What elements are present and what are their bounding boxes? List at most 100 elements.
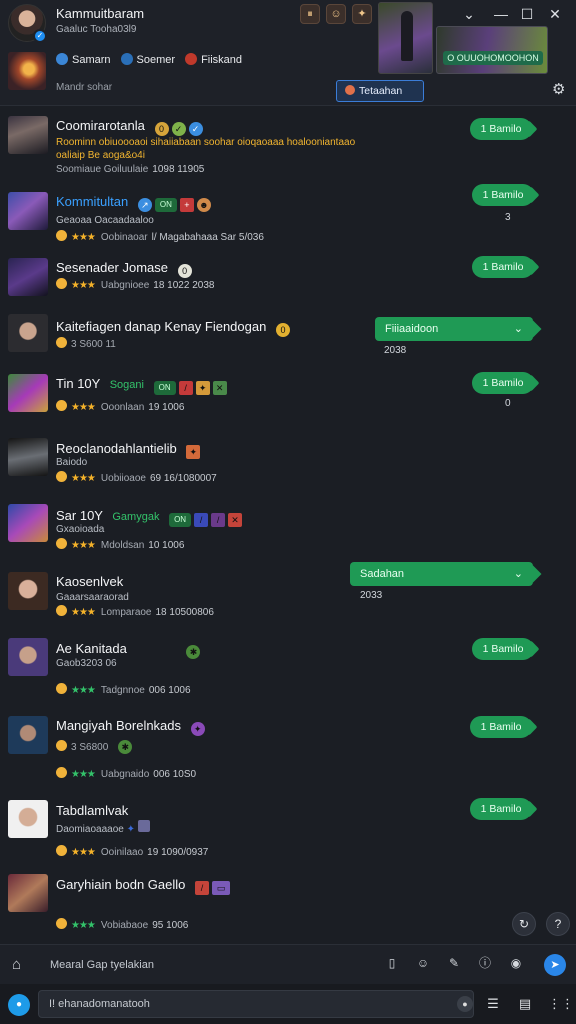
help-icon[interactable]: ? [546, 912, 570, 936]
refresh-icon[interactable]: ↻ [512, 912, 536, 936]
network-item-3[interactable]: Fiiskand [185, 53, 242, 66]
home-icon[interactable]: ⌂ [12, 956, 21, 973]
account-name: Kammuitbaram [56, 6, 145, 21]
app-header: ✓ Kammuitbaram Gaaluc Tooha03l9 ⏸ ☺ ✦ O … [0, 0, 576, 106]
avatar[interactable] [8, 874, 48, 912]
attach-icon[interactable]: ▯ [384, 955, 400, 971]
avatar[interactable] [8, 192, 48, 230]
send-icon[interactable]: ➤ [544, 954, 566, 976]
fire-icon[interactable]: ✦ [352, 4, 372, 24]
activity-line: ★★★ Uabgnioee 18 1022 2038 [56, 278, 214, 291]
contact-name: Reoclanodahlantielib [56, 441, 177, 456]
list-item[interactable]: Sar 10Y Gamygak ON / / ✕ Gxaoioada ★★★ Mdold… [0, 504, 576, 564]
promo-banner[interactable]: O OUUOHOMOOHON [436, 26, 548, 74]
globe-icon [56, 53, 68, 65]
list-item[interactable]: Tin 10Y Sogani ON / ✦ ✕ ★★★ Ooonlaan 19 1006 … [0, 370, 576, 432]
chart-icon[interactable]: ▤ [516, 995, 534, 1013]
weapon-icon: / [211, 513, 226, 527]
level-badge-icon: 0 [154, 122, 169, 136]
smile-icon[interactable]: ☺ [326, 4, 346, 24]
search-input[interactable]: I! ehanadomanatooh [38, 990, 474, 1018]
hero-icon: ✦ [186, 445, 201, 459]
avatar[interactable] [8, 116, 48, 154]
promo-character-image[interactable] [378, 2, 433, 74]
settings-gear-icon[interactable]: ⚙ [552, 80, 565, 98]
info-icon[interactable]: ⓘ [477, 955, 493, 971]
online-status-icon: ✓ [33, 29, 47, 43]
coin-icon [56, 605, 67, 616]
action-dropdown-button[interactable]: Sadahan ⌄ [350, 562, 542, 586]
status-message: Baiodo [56, 457, 88, 468]
activity-line: ★★★ Uobiioaoe 69 16/1080007 [56, 471, 217, 484]
avatar[interactable] [8, 716, 48, 754]
avatar[interactable] [8, 374, 48, 412]
count-label: 3 [505, 212, 511, 223]
coin-icon [56, 400, 67, 411]
action-button[interactable]: 1 Bamilo [472, 256, 540, 278]
status-message: Gaob3203 06 [56, 658, 117, 669]
avatar[interactable] [8, 504, 48, 542]
avatar[interactable] [8, 572, 48, 610]
action-button[interactable]: 1 Bamilo [470, 798, 538, 820]
list-item[interactable]: Reoclanodahlantielib ✦ Baiodo ★★★ Uobiioa… [0, 438, 576, 498]
sword-icon: / [178, 381, 193, 395]
minimize-icon[interactable]: — [490, 4, 512, 24]
message-composer: ⌂ Mearal Gap tyelakian ▯ ☺ ✎ ⓘ ◉ ➤ [0, 944, 576, 984]
grid-icon[interactable]: ⋮⋮ [548, 995, 574, 1013]
list-item[interactable]: Mangiyah Borelnkads ✦ 3 S6800 ✱ ★★★ Uabgna… [0, 714, 576, 788]
menu-icon[interactable]: ☰ [484, 995, 502, 1013]
rating-stars: ★★★ [71, 847, 96, 858]
level-badge-icon: 0 [177, 264, 192, 278]
coin-line: 3 S600 11 [56, 337, 116, 350]
action-button[interactable]: 1 Bamilo [472, 184, 540, 206]
brush-icon[interactable]: ✎ [446, 955, 462, 971]
list-item[interactable]: Ae Kanitada ✱ Gaob3203 06 ★★★ Tadgnnoe 006… [0, 638, 576, 704]
list-item[interactable]: Tabdlamlvak Daomiaoaaaoe ✦ ★★★ Ooinilaao 1… [0, 798, 576, 868]
action-button[interactable]: 1 Bamilo [472, 372, 540, 394]
network-item-2[interactable]: Soemer [120, 53, 175, 66]
action-dropdown-button[interactable]: Fiiiaaidoon ⌄ [375, 317, 542, 341]
list-item[interactable]: Kaosenlvek Gaaarsaaraorad ★★★ Lomparaoe 18… [0, 562, 576, 634]
avatar[interactable] [8, 314, 48, 352]
avatar[interactable] [8, 258, 48, 296]
camera-icon[interactable]: ◉ [508, 955, 524, 971]
activity-line: ★★★ Mdoldsan 10 1006 [56, 538, 184, 551]
pause-icon[interactable]: ⏸ [300, 4, 320, 24]
account-avatar[interactable]: ✓ [8, 4, 47, 43]
list-item[interactable]: Kaitefiagen danap Kenay Fiendogan 0 3 S6… [0, 314, 576, 370]
close-icon[interactable]: ✕ [544, 4, 566, 24]
list-item[interactable]: Kommitultan ↗ ON + ☻ Geaoaa Oacaadaaloo ★★★… [0, 184, 576, 252]
game-thumbnail[interactable] [8, 52, 46, 90]
message-input[interactable]: Mearal Gap tyelakian [42, 953, 372, 977]
list-item[interactable]: Coomirarotanla 0 ✓ ✓ Roominn obiuoooaoi si… [0, 114, 576, 178]
item-icon [137, 820, 150, 832]
avatar[interactable] [8, 638, 48, 676]
activity-line: ★★★ Vobiabaoe 95 1006 [56, 918, 188, 931]
contact-name: Sar 10Y [56, 508, 103, 523]
translate-button[interactable]: Tetaahan [336, 80, 424, 102]
composer-tools: ▯ ☺ ✎ ⓘ ◉ [384, 955, 524, 971]
avatar[interactable] [8, 800, 48, 838]
action-button[interactable]: 1 Bamilo [470, 118, 538, 140]
coin-line: 3 S6800 ✱ [56, 740, 133, 754]
profile-icon[interactable]: ● [8, 994, 30, 1016]
emoji-icon[interactable]: ☺ [415, 955, 431, 971]
microphone-icon[interactable]: ● [457, 996, 473, 1012]
status-message: Daomiaoaaaoe [56, 824, 124, 835]
activity-line: ★★★ Oobinaoar l/ Magabahaaa Sar 5/036 [56, 230, 264, 243]
chevron-down-icon: ⌄ [513, 323, 523, 335]
count-label: 2033 [360, 590, 383, 601]
coin-icon [56, 918, 67, 929]
list-item[interactable]: Sesenader Jomase 0 ★★★ Uabgnioee 18 1022 2… [0, 256, 576, 316]
action-button[interactable]: 1 Bamilo [470, 716, 538, 738]
network-row: Samarn Soemer Fiiskand [56, 53, 242, 66]
action-button[interactable]: 1 Bamilo [472, 638, 540, 660]
activity-line: ★★★ Ooonlaan 19 1006 [56, 400, 184, 413]
badge-icon: ✱ [186, 645, 201, 659]
network-item-1[interactable]: Samarn [56, 53, 111, 66]
maximize-icon[interactable]: ☐ [516, 4, 538, 24]
chevron-down-icon[interactable]: ⌄ [458, 4, 480, 24]
list-item[interactable]: Garyhiain bodn Gaello / ▭ ★★★ Vobiabaoe 95 … [0, 872, 576, 938]
avatar[interactable] [8, 438, 48, 476]
count-label: 0 [505, 398, 511, 409]
